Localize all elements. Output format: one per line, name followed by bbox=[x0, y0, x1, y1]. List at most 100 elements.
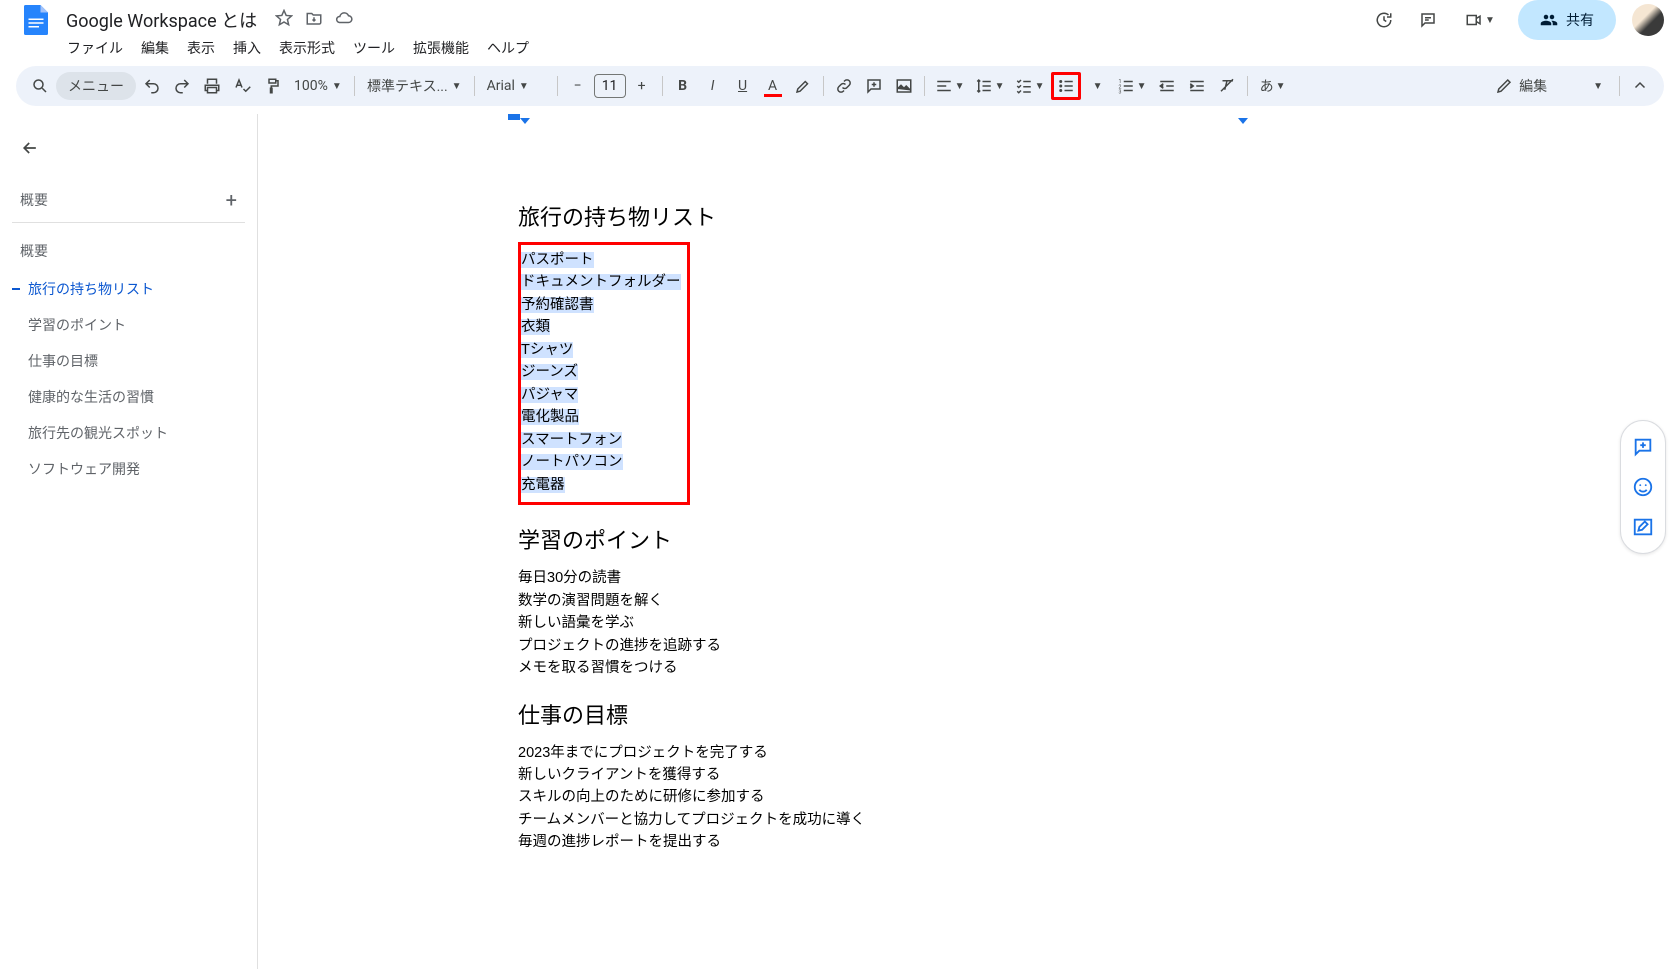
doc-line[interactable]: チームメンバーと協力してプロジェクトを成功に導く bbox=[518, 809, 1218, 831]
doc-line[interactable]: スマートフォン bbox=[521, 429, 681, 451]
menu-edit[interactable]: 編集 bbox=[134, 34, 176, 62]
highlight-icon[interactable] bbox=[789, 72, 817, 100]
checklist-icon[interactable]: ▼ bbox=[1011, 72, 1049, 100]
menu-format[interactable]: 表示形式 bbox=[272, 34, 342, 62]
redo-icon[interactable] bbox=[168, 72, 196, 100]
history-icon[interactable] bbox=[1370, 6, 1398, 34]
cloud-icon[interactable] bbox=[335, 9, 353, 31]
font-decrease-icon[interactable]: − bbox=[564, 72, 592, 100]
outline-summary[interactable]: 概要 bbox=[12, 231, 245, 271]
image-icon[interactable] bbox=[890, 72, 918, 100]
document-page[interactable]: 旅行の持ち物リストパスポートドキュメントフォルダー予約確認書衣類Tシャツジーンズ… bbox=[478, 132, 1258, 904]
outline-sidebar: 概要 + 概要 旅行の持ち物リスト学習のポイント仕事の目標健康的な生活の習慣旅行… bbox=[0, 114, 258, 969]
clear-format-icon[interactable] bbox=[1213, 72, 1241, 100]
numbered-list-icon[interactable]: 123▼ bbox=[1113, 72, 1151, 100]
meet-icon[interactable]: ▼ bbox=[1458, 6, 1502, 34]
menu-file[interactable]: ファイル bbox=[60, 34, 130, 62]
align-icon[interactable]: ▼ bbox=[931, 72, 969, 100]
menu-pill[interactable]: メニュー bbox=[56, 72, 136, 100]
doc-line[interactable]: ドキュメントフォルダー bbox=[521, 271, 681, 293]
add-summary-icon[interactable]: + bbox=[226, 188, 237, 212]
section-heading[interactable]: 旅行の持ち物リスト bbox=[518, 200, 1218, 232]
menu-tools[interactable]: ツール bbox=[346, 34, 402, 62]
doc-line[interactable]: プロジェクトの進捗を追跡する bbox=[518, 635, 1218, 657]
outline-item[interactable]: 健康的な生活の習慣 bbox=[12, 379, 245, 415]
outline-item[interactable]: 旅行の持ち物リスト bbox=[12, 271, 245, 307]
doc-line[interactable]: スキルの向上のために研修に参加する bbox=[518, 786, 1218, 808]
ruler[interactable] bbox=[478, 114, 1258, 124]
doc-line[interactable]: 2023年までにプロジェクトを完了する bbox=[518, 742, 1218, 764]
line-spacing-icon[interactable]: ▼ bbox=[971, 72, 1009, 100]
doc-line[interactable]: 予約確認書 bbox=[521, 294, 681, 316]
comment-icon[interactable] bbox=[1414, 6, 1442, 34]
add-comment-icon[interactable] bbox=[860, 72, 888, 100]
move-icon[interactable] bbox=[305, 9, 323, 31]
menu-pill-label: メニュー bbox=[68, 76, 124, 96]
font-increase-icon[interactable]: + bbox=[628, 72, 656, 100]
link-icon[interactable] bbox=[830, 72, 858, 100]
ruler-marker-indent[interactable] bbox=[520, 118, 530, 124]
outline-items: 旅行の持ち物リスト学習のポイント仕事の目標健康的な生活の習慣旅行先の観光スポット… bbox=[12, 271, 245, 487]
star-icon[interactable] bbox=[275, 9, 293, 31]
search-icon[interactable] bbox=[26, 72, 54, 100]
font-select[interactable]: Arial▼ bbox=[481, 78, 551, 94]
print-icon[interactable] bbox=[198, 72, 226, 100]
indent-increase-icon[interactable] bbox=[1183, 72, 1211, 100]
document-title[interactable]: Google Workspace とは bbox=[60, 5, 263, 35]
zoom-select[interactable]: 100%▼ bbox=[288, 78, 348, 94]
underline-icon[interactable]: U bbox=[729, 72, 757, 100]
undo-icon[interactable] bbox=[138, 72, 166, 100]
doc-line[interactable]: 数学の演習問題を解く bbox=[518, 590, 1218, 612]
section-heading[interactable]: 仕事の目標 bbox=[518, 698, 1218, 730]
spellcheck-icon[interactable] bbox=[228, 72, 256, 100]
menu-insert[interactable]: 挿入 bbox=[226, 34, 268, 62]
title-icons bbox=[275, 9, 353, 31]
toolbar: メニュー 100%▼ 標準テキス...▼ Arial▼ − 11 + B I U… bbox=[16, 66, 1664, 106]
input-tools-icon[interactable]: あ▼ bbox=[1254, 72, 1292, 100]
outline-item[interactable]: 学習のポイント bbox=[12, 307, 245, 343]
doc-line[interactable]: メモを取る習慣をつける bbox=[518, 657, 1218, 679]
docs-logo[interactable] bbox=[16, 0, 56, 40]
bulleted-list-dropdown[interactable]: ▼ bbox=[1083, 72, 1111, 100]
doc-line[interactable]: パスポート bbox=[521, 249, 681, 271]
user-avatar[interactable] bbox=[1632, 4, 1664, 36]
paragraph-style-select[interactable]: 標準テキス...▼ bbox=[361, 76, 468, 96]
outline-item[interactable]: 仕事の目標 bbox=[12, 343, 245, 379]
separator bbox=[1619, 76, 1620, 96]
suggest-side-icon[interactable] bbox=[1625, 509, 1661, 545]
back-arrow-icon[interactable] bbox=[12, 130, 48, 166]
collapse-toolbar-icon[interactable] bbox=[1626, 72, 1654, 100]
doc-line[interactable]: 毎週の進捗レポートを提出する bbox=[518, 831, 1218, 853]
doc-line[interactable]: 衣類 bbox=[521, 316, 681, 338]
doc-line[interactable]: ジーンズ bbox=[521, 361, 681, 383]
document-area[interactable]: 旅行の持ち物リストパスポートドキュメントフォルダー予約確認書衣類Tシャツジーンズ… bbox=[258, 114, 1680, 969]
bulleted-list-icon[interactable] bbox=[1051, 72, 1081, 100]
menu-view[interactable]: 表示 bbox=[180, 34, 222, 62]
italic-icon[interactable]: I bbox=[699, 72, 727, 100]
outline-item[interactable]: 旅行先の観光スポット bbox=[12, 415, 245, 451]
doc-line[interactable]: 電化製品 bbox=[521, 406, 681, 428]
add-comment-side-icon[interactable] bbox=[1625, 429, 1661, 465]
emoji-side-icon[interactable] bbox=[1625, 469, 1661, 505]
doc-line[interactable]: 新しいクライアントを獲得する bbox=[518, 764, 1218, 786]
menu-help[interactable]: ヘルプ bbox=[480, 34, 536, 62]
ruler-marker-left[interactable] bbox=[508, 114, 520, 120]
paint-format-icon[interactable] bbox=[258, 72, 286, 100]
section-heading[interactable]: 学習のポイント bbox=[518, 523, 1218, 555]
indent-decrease-icon[interactable] bbox=[1153, 72, 1181, 100]
text-color-icon[interactable]: A bbox=[759, 72, 787, 100]
style-label: 標準テキス... bbox=[367, 76, 448, 96]
font-size-input[interactable]: 11 bbox=[594, 74, 626, 98]
doc-line[interactable]: Tシャツ bbox=[521, 339, 681, 361]
bold-icon[interactable]: B bbox=[669, 72, 697, 100]
menu-extensions[interactable]: 拡張機能 bbox=[406, 34, 476, 62]
doc-line[interactable]: パジャマ bbox=[521, 384, 681, 406]
outline-item[interactable]: ソフトウェア開発 bbox=[12, 451, 245, 487]
ruler-marker-right[interactable] bbox=[1238, 118, 1248, 124]
doc-line[interactable]: 充電器 bbox=[521, 474, 681, 496]
doc-line[interactable]: 毎日30分の読書 bbox=[518, 567, 1218, 589]
doc-line[interactable]: ノートパソコン bbox=[521, 451, 681, 473]
edit-mode-select[interactable]: 編集 ▼ bbox=[1485, 72, 1613, 100]
doc-line[interactable]: 新しい語彙を学ぶ bbox=[518, 612, 1218, 634]
share-button[interactable]: 共有 bbox=[1518, 0, 1616, 40]
